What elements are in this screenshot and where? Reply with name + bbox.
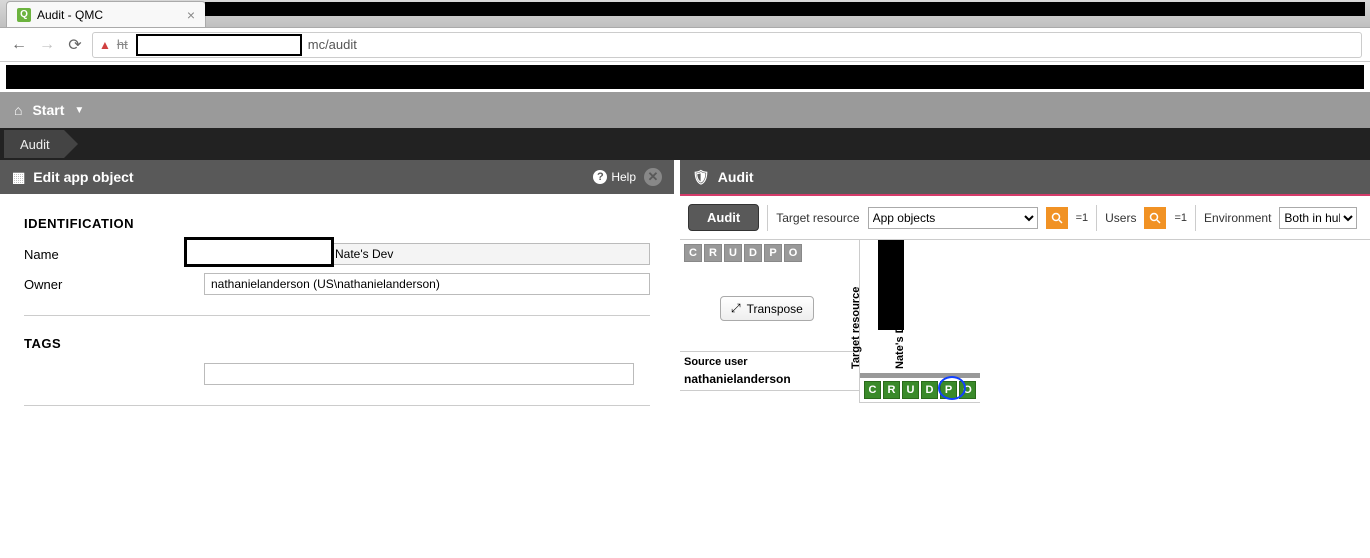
url-redaction — [136, 34, 302, 56]
audit-result-row: C R U D P O — [860, 378, 980, 403]
owner-input[interactable]: nathanielanderson (US\nathanielanderson) — [204, 273, 650, 295]
help-button[interactable]: ? Help — [593, 170, 636, 184]
redaction-strip — [6, 65, 1364, 89]
start-label: Start — [32, 102, 64, 118]
name-label: Name — [24, 247, 204, 262]
redaction-bar — [205, 2, 1365, 16]
forward-button[interactable]: → — [36, 34, 58, 56]
perm-read: R — [883, 381, 900, 399]
chevron-down-icon: ▼ — [74, 105, 84, 116]
source-user-label: Source user — [680, 351, 859, 370]
edit-panel-title: Edit app object — [33, 169, 133, 185]
breadcrumb-bar: Audit — [0, 128, 1370, 160]
resource-count: =1 — [1076, 212, 1089, 224]
audit-panel-header: 🛡 Audit — [680, 160, 1370, 194]
close-panel-button[interactable]: ✕ — [644, 168, 662, 186]
target-column-header: Target resource Nate's Dev — [860, 240, 980, 378]
search-users-button[interactable] — [1144, 207, 1166, 229]
perm-delete: D — [921, 381, 938, 399]
sheet-icon: ▦ — [12, 169, 25, 186]
tags-section-title: TAGS — [24, 336, 650, 351]
target-resource-select[interactable]: App objects — [868, 207, 1038, 229]
tab-close-icon[interactable]: × — [187, 7, 195, 23]
reload-button[interactable]: ⟳ — [64, 34, 86, 56]
source-user-value: nathanielanderson — [680, 370, 859, 391]
breadcrumb-audit[interactable]: Audit — [4, 130, 64, 158]
target-resource-vertical-label: Target resource — [850, 287, 862, 369]
users-label: Users — [1105, 211, 1136, 225]
back-button[interactable]: ← — [8, 34, 30, 56]
owner-label: Owner — [24, 277, 204, 292]
tags-input[interactable] — [204, 363, 634, 385]
home-icon: ⌂ — [14, 102, 22, 118]
search-resource-button[interactable] — [1046, 207, 1068, 229]
audit-panel-title: Audit — [718, 169, 754, 185]
url-suffix: mc/audit — [308, 37, 357, 52]
name-redaction — [184, 237, 334, 267]
browser-tab[interactable]: Q Audit - QMC × — [6, 1, 206, 27]
environment-label: Environment — [1204, 211, 1271, 225]
perm-create: C — [864, 381, 881, 399]
tab-title: Audit - QMC — [37, 8, 103, 22]
users-count: =1 — [1174, 212, 1187, 224]
crud-legend: C R U D P O — [680, 240, 859, 266]
target-resource-label: Target resource — [776, 211, 859, 225]
identification-section-title: IDENTIFICATION — [24, 216, 650, 231]
column-object-name: Nate's Dev — [894, 313, 906, 369]
insecure-icon: ▲ — [99, 38, 111, 52]
annotation-circle — [938, 376, 966, 400]
start-bar[interactable]: ⌂ Start ▼ — [0, 92, 1370, 128]
divider — [24, 315, 650, 316]
edit-panel-header: ▦ Edit app object ? Help ✕ — [0, 160, 674, 194]
url-bar[interactable]: ▲ ht mc/audit — [92, 32, 1362, 58]
audit-button[interactable]: Audit — [688, 204, 759, 231]
url-prefix: ht — [117, 37, 128, 52]
transpose-icon: ⤢ — [731, 301, 741, 316]
perm-update: U — [902, 381, 919, 399]
qlik-favicon: Q — [17, 8, 31, 22]
transpose-button[interactable]: ⤢ Transpose — [720, 296, 814, 321]
shield-icon: 🛡 — [692, 169, 710, 186]
environment-select[interactable]: Both in hub — [1279, 207, 1357, 229]
divider — [24, 405, 650, 406]
